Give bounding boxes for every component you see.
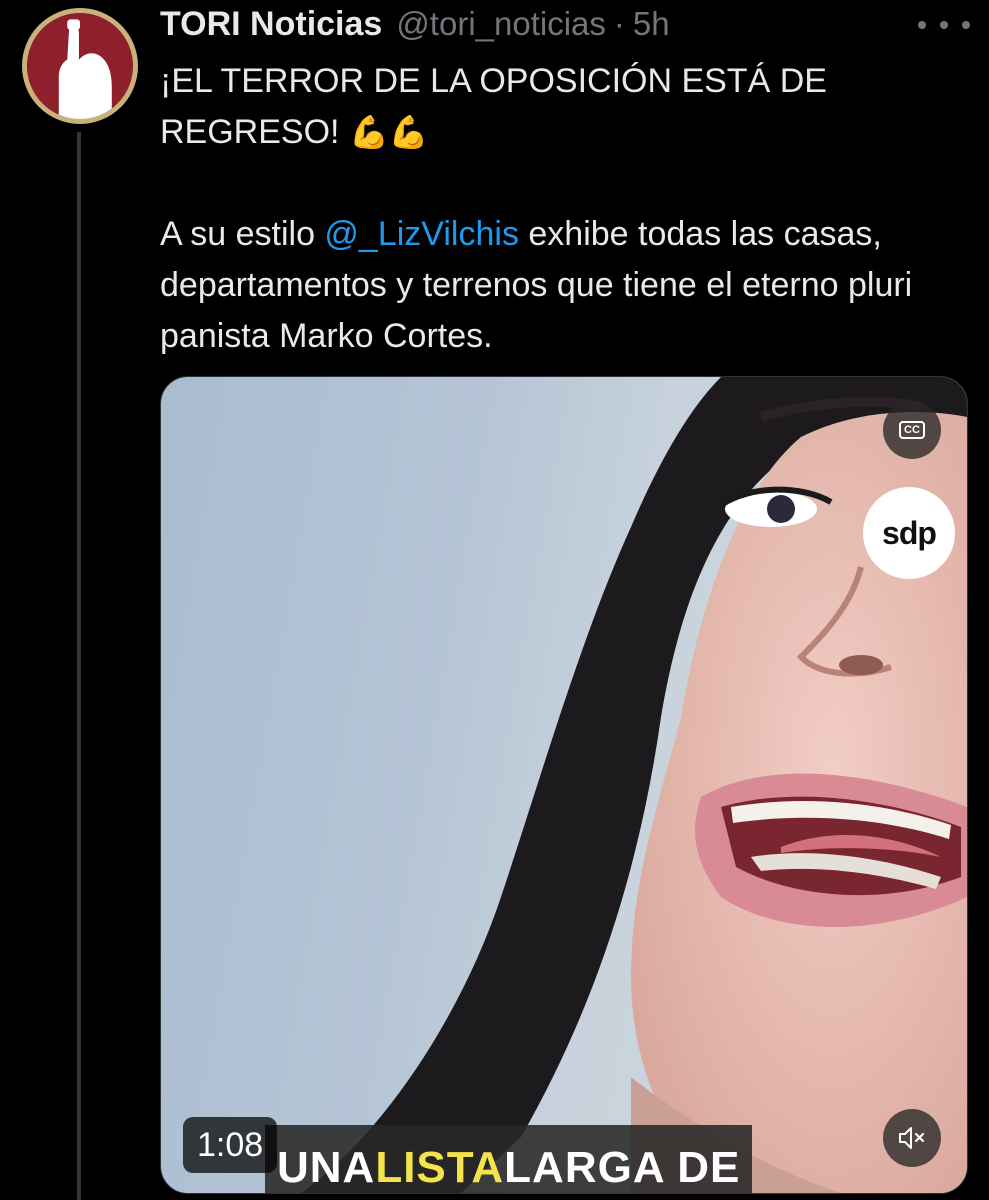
mute-button[interactable] xyxy=(883,1109,941,1167)
caption-word-3: LARGA DE xyxy=(504,1143,741,1192)
thread-line xyxy=(77,132,81,1200)
video-player[interactable]: CC sdp UNA LISTA LARGA DE 1:08 xyxy=(160,376,968,1194)
timestamp[interactable]: 5h xyxy=(633,5,670,43)
tweet-text: ¡EL TERROR DE LA OPOSICIÓN ESTÁ DE REGRE… xyxy=(160,56,960,362)
video-duration: 1:08 xyxy=(183,1117,278,1173)
mention-link[interactable]: @_LizVilchis xyxy=(324,215,519,253)
separator-dot: · xyxy=(613,5,625,42)
avatar[interactable] xyxy=(22,8,138,124)
caption-highlight: LISTA xyxy=(375,1143,505,1192)
tweet-text-headline: ¡EL TERROR DE LA OPOSICIÓN ESTÁ DE REGRE… xyxy=(160,62,827,151)
raised-fist-logo-icon xyxy=(27,13,133,119)
video-frame xyxy=(301,377,967,1193)
video-caption: UNA LISTA LARGA DE xyxy=(265,1125,753,1193)
tweet-text-prefix: A su estilo xyxy=(160,215,325,253)
flexed-biceps-emoji: 💪💪 xyxy=(348,114,429,150)
closed-captions-button[interactable]: CC xyxy=(883,401,941,459)
tweet[interactable]: TORI Noticias @tori_noticias · 5h ¡EL TE… xyxy=(0,0,989,1200)
closed-captions-icon: CC xyxy=(899,421,925,439)
user-handle[interactable]: @tori_noticias xyxy=(396,5,606,43)
display-name[interactable]: TORI Noticias xyxy=(160,5,382,44)
speaker-muted-icon xyxy=(899,1127,925,1149)
sdp-watermark: sdp xyxy=(863,487,955,579)
tweet-header: TORI Noticias @tori_noticias · 5h xyxy=(160,2,670,46)
more-horizontal-icon[interactable] xyxy=(918,10,970,40)
caption-word-1: UNA xyxy=(277,1143,376,1192)
